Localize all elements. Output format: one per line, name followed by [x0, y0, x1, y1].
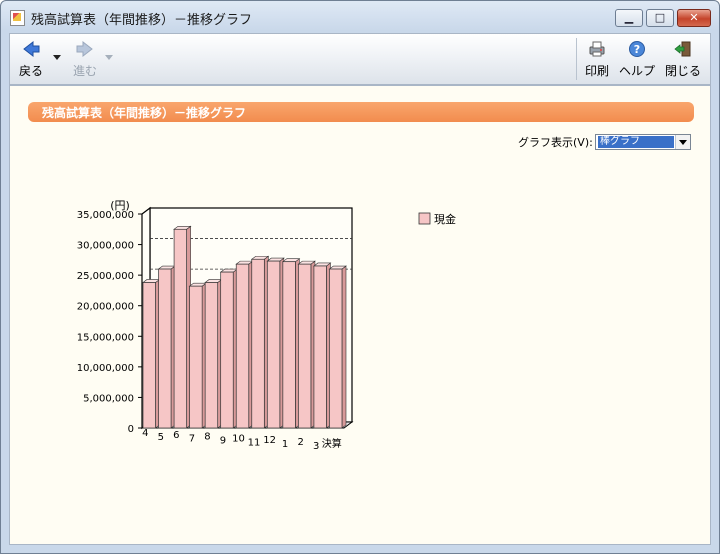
minimize-icon: ▁ [624, 11, 634, 24]
bar-chart: (円) 05,000,00010,000,00015,000,00020,000… [77, 199, 456, 452]
bar-front [298, 263, 312, 429]
forward-label: 進む [72, 64, 97, 78]
close-label: 閉じる [664, 64, 701, 78]
bar-front [158, 268, 172, 429]
print-label: 印刷 [584, 64, 609, 78]
bar [281, 258, 301, 429]
bar [157, 265, 176, 429]
x-tick-label: 3 [313, 441, 319, 452]
maximize-button[interactable]: □ [646, 9, 674, 27]
y-tick-label: 0 [128, 424, 134, 435]
y-tick-label: 15,000,000 [77, 332, 134, 343]
bar-front [204, 282, 219, 429]
left-arrow-icon [23, 40, 40, 58]
help-icon: ? [629, 41, 645, 57]
x-tick-label: 6 [173, 430, 179, 441]
x-tick-label: 2 [297, 437, 303, 448]
maximize-icon: □ [654, 11, 666, 24]
back-button[interactable]: 戻る [14, 34, 48, 84]
door-exit-icon [674, 41, 691, 57]
forward-button[interactable]: 進む [68, 34, 102, 84]
bar [204, 278, 223, 429]
x-tick-label: 12 [263, 435, 276, 446]
bar-front [189, 285, 203, 429]
toolbar-separator [576, 38, 577, 80]
y-tick-label: 10,000,000 [77, 363, 134, 374]
legend-label: 現金 [434, 212, 456, 226]
bar-front [173, 228, 187, 429]
printer-icon [589, 41, 605, 57]
bar [297, 260, 316, 429]
x-tick-label: 7 [189, 434, 195, 445]
legend-swatch [418, 212, 431, 225]
toolbar: 戻る 進む 印刷 ? ヘルプ 閉じる [9, 33, 711, 85]
bar-front [235, 263, 250, 429]
back-label: 戻る [18, 64, 43, 78]
bar [250, 255, 270, 429]
y-tick-label: 25,000,000 [77, 271, 134, 282]
bar-front [142, 282, 156, 429]
window-title: 残高試算表（年間推移）－推移グラフ [31, 13, 253, 28]
x-tick-label: 決算 [322, 437, 342, 450]
bar-front [266, 260, 281, 429]
x-tick-label: 8 [204, 432, 210, 443]
bar [142, 278, 161, 429]
y-tick-label: 5,000,000 [83, 393, 134, 404]
bar [188, 282, 208, 429]
bar-front [251, 258, 265, 429]
x-tick-label: 4 [142, 428, 148, 439]
bar [219, 268, 239, 429]
title-bar[interactable]: 残高試算表（年間推移）－推移グラフ ▁ □ ✕ [1, 1, 719, 33]
x-tick-label: 10 [232, 433, 245, 444]
bar-front [313, 265, 327, 429]
x-tick-label: 1 [282, 439, 288, 450]
close-button[interactable]: 閉じる [662, 34, 704, 84]
content-panel: 残高試算表（年間推移）－推移グラフ グラフ表示(V): 棒グラフ (円) 0 5,… [9, 85, 711, 545]
bar [173, 225, 192, 429]
help-button[interactable]: ? ヘルプ [618, 34, 656, 84]
y-tick-label: 35,000,000 [77, 210, 134, 221]
bar [266, 257, 285, 429]
minimize-button[interactable]: ▁ [615, 9, 643, 27]
close-icon: ✕ [689, 11, 699, 24]
bar-front [329, 268, 343, 429]
x-tick-label: 11 [248, 437, 261, 448]
y-tick-label: 20,000,000 [77, 302, 134, 313]
svg-text:?: ? [634, 43, 640, 56]
y-tick-label: 30,000,000 [77, 241, 134, 252]
back-dropdown-icon[interactable] [53, 55, 61, 60]
app-icon [10, 10, 25, 26]
bar-front [282, 261, 296, 429]
right-arrow-icon [76, 40, 93, 58]
app-window: 残高試算表（年間推移）－推移グラフ ▁ □ ✕ 戻る 進む 印刷 ? ヘルプ 閉… [0, 0, 720, 554]
bar [328, 265, 347, 429]
print-button[interactable]: 印刷 [580, 34, 614, 84]
bar-side [341, 265, 347, 429]
forward-dropdown-icon[interactable] [105, 55, 113, 60]
bar-front [220, 271, 234, 429]
bar [235, 260, 254, 429]
help-label: ヘルプ [618, 64, 655, 78]
close-window-button[interactable]: ✕ [677, 9, 711, 27]
x-tick-label: 5 [158, 432, 164, 443]
x-tick-label: 9 [220, 436, 226, 447]
bar [313, 262, 332, 429]
